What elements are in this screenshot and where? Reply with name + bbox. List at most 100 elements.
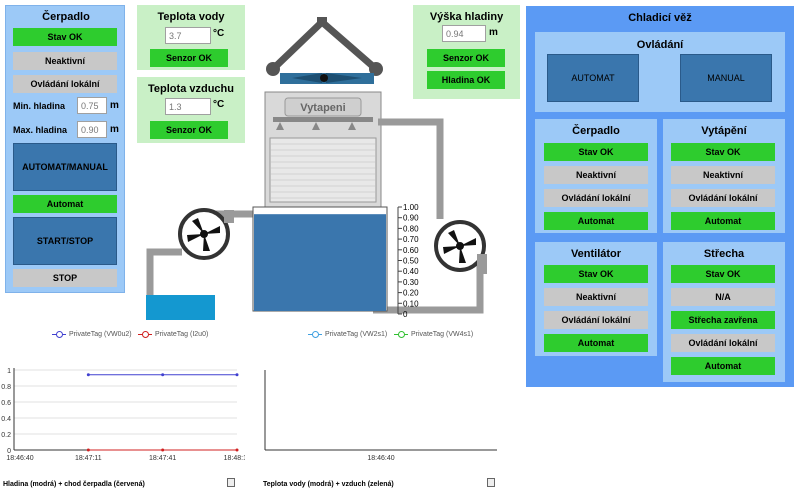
max-level-input[interactable]: 0.90 (77, 121, 107, 138)
tower-heating-status-button[interactable]: Stav OK (671, 143, 775, 161)
tower-pump-automat-button[interactable]: Automat (544, 212, 648, 230)
x-tick-label: 18:46:40 (367, 455, 394, 462)
legend-marker (394, 331, 408, 338)
pump-automat-button[interactable]: Automat (13, 195, 117, 213)
legend-label: PrivateTag (I2u0) (155, 331, 209, 338)
tower-roof-closed-button[interactable]: Střecha zavřena (671, 311, 775, 329)
scale-tick-label: 0.80 (403, 224, 419, 233)
pump-local-control-button[interactable]: Ovládání lokální (13, 75, 117, 93)
tower-fan-icon (280, 73, 374, 84)
scale-tick-label: 0.70 (403, 235, 419, 244)
x-tick-label: 18:47:41 (149, 455, 176, 462)
tower-roof-automat-button[interactable]: Automat (671, 357, 775, 375)
chart-left-caption: Hladina (modrá) + chod čerpadla (červená… (3, 481, 145, 488)
tower-heating-inactive-button[interactable]: Neaktivní (671, 166, 775, 184)
scale-tick-label: 0.90 (403, 214, 419, 223)
right-pump-icon (434, 220, 487, 274)
data-point (161, 373, 165, 377)
level-pump-chart: 0 0.2 0.4 0.6 0.8 1 18:46:40 18:47:11 18:47:41 18… (1, 368, 245, 462)
left-pump-icon (178, 208, 234, 260)
roof-icon (266, 17, 383, 76)
tower-pump-inactive-button[interactable]: Neaktivní (544, 166, 648, 184)
scale-tick-label: 0.60 (403, 246, 419, 255)
y-tick-label: 0 (7, 448, 11, 455)
tower-pump-section: Čerpadlo Stav OK Neaktivní Ovládání loká… (535, 119, 657, 233)
legend-label: PrivateTag (VW0u2) (69, 331, 132, 338)
tower-roof-title: Střecha (703, 248, 745, 260)
temperature-chart: 18:46:40 (264, 370, 497, 462)
cooling-tower-panel: Chladicí věž Ovládání AUTOMAT MANUAL Čer… (526, 6, 794, 387)
legend-item-vw4s1[interactable]: PrivateTag (VW4s1) (394, 331, 473, 338)
control-title: Ovládání (636, 39, 684, 51)
tower-fan-status-button[interactable]: Stav OK (544, 265, 648, 283)
legend-item-vw0u2[interactable]: PrivateTag (VW0u2) (52, 331, 132, 338)
tower-heating-title: Vytápění (701, 125, 747, 137)
scale-tick-label: 0 (403, 310, 408, 319)
data-point (86, 373, 90, 377)
pump-inactive-button[interactable]: Neaktivní (13, 52, 117, 70)
chart-left-export-icon[interactable] (227, 478, 235, 487)
basin-water (146, 295, 215, 320)
x-tick-label: 18:48:11 (224, 455, 245, 462)
data-point (235, 448, 239, 452)
legend-item-i2u0[interactable]: PrivateTag (I2u0) (138, 331, 208, 338)
tower-fan-inactive-button[interactable]: Neaktivní (544, 288, 648, 306)
tower-roof-section: Střecha Stav OK N/A Střecha zavřena Ovlá… (663, 242, 785, 382)
tower-fan-section: Ventilátor Stav OK Neaktivní Ovládání lo… (535, 242, 657, 356)
tower-fan-local-button[interactable]: Ovládání lokální (544, 311, 648, 329)
tower-heating-section: Vytápění Stav OK Neaktivní Ovládání loká… (663, 119, 785, 233)
control-section: Ovládání AUTOMAT MANUAL (535, 32, 785, 112)
cooling-tower-title: Chladicí věž (628, 12, 692, 24)
tower-roof-status-button[interactable]: Stav OK (671, 265, 775, 283)
scale-tick-label: 1.00 (403, 203, 419, 212)
x-tick-label: 18:47:11 (75, 455, 102, 462)
data-point (161, 448, 165, 452)
left-pipe (146, 248, 182, 296)
tower-heating-local-button[interactable]: Ovládání lokální (671, 189, 775, 207)
legend-marker (52, 331, 66, 338)
tower-roof-na-button[interactable]: N/A (671, 288, 775, 306)
legend-marker (138, 331, 152, 338)
tower-fan-automat-button[interactable]: Automat (544, 334, 648, 352)
data-point (235, 373, 239, 377)
min-level-label: Min. hladina (13, 101, 66, 111)
tower-pump-status-button[interactable]: Stav OK (544, 143, 648, 161)
tower-pump-local-button[interactable]: Ovládání lokální (544, 189, 648, 207)
pump-panel: Čerpadlo Stav OK Neaktivní Ovládání loká… (5, 5, 125, 293)
y-tick-label: 0.6 (1, 400, 11, 407)
scale-tick-label: 0.50 (403, 257, 419, 266)
spray-bar (273, 117, 373, 122)
tower-heating-automat-button[interactable]: Automat (671, 212, 775, 230)
tower-pump-title: Čerpadlo (572, 125, 620, 137)
level-scale: 1.00 0.900.80 0.70 0.60 0.500.40 0.30 0.200.10… (398, 203, 419, 319)
start-stop-button[interactable]: START/STOP (13, 217, 117, 265)
stop-button[interactable]: STOP (13, 269, 117, 287)
y-tick-label: 0.8 (1, 384, 11, 391)
auto-manual-button[interactable]: AUTOMAT/MANUAL (13, 143, 117, 191)
process-diagram: Vytapeni 1.00 0.900.80 0.70 0.60 0.500.40 0.3… (146, 17, 487, 320)
x-tick-label: 18:46:40 (6, 455, 33, 462)
min-level-unit: m (110, 100, 119, 111)
legend-item-vw2s1[interactable]: PrivateTag (VW2s1) (308, 331, 387, 338)
pump-title: Čerpadlo (42, 11, 90, 23)
legend-label: PrivateTag (VW2s1) (325, 331, 388, 338)
pump-status-button[interactable]: Stav OK (13, 28, 117, 46)
y-tick-label: 1 (7, 368, 11, 375)
data-point (86, 448, 90, 452)
max-level-label: Max. hladina (13, 125, 68, 135)
fill-pack (269, 137, 377, 203)
scale-tick-label: 0.20 (403, 289, 419, 298)
chart-right-export-icon[interactable] (487, 478, 495, 487)
chart-right-caption: Teplota vody (modrá) + vzduch (zelená) (263, 481, 394, 488)
tank-water (254, 214, 386, 311)
min-level-input[interactable]: 0.75 (77, 97, 107, 114)
y-tick-label: 0.2 (1, 432, 11, 439)
scale-tick-label: 0.30 (403, 278, 419, 287)
legend-label: PrivateTag (VW4s1) (411, 331, 474, 338)
tower-automat-button[interactable]: AUTOMAT (547, 54, 639, 102)
heater-label: Vytapeni (300, 102, 345, 114)
y-tick-label: 0.4 (1, 416, 11, 423)
tower-roof-local-button[interactable]: Ovládání lokální (671, 334, 775, 352)
tower-manual-button[interactable]: MANUAL (680, 54, 772, 102)
scale-tick-label: 0.10 (403, 299, 419, 308)
